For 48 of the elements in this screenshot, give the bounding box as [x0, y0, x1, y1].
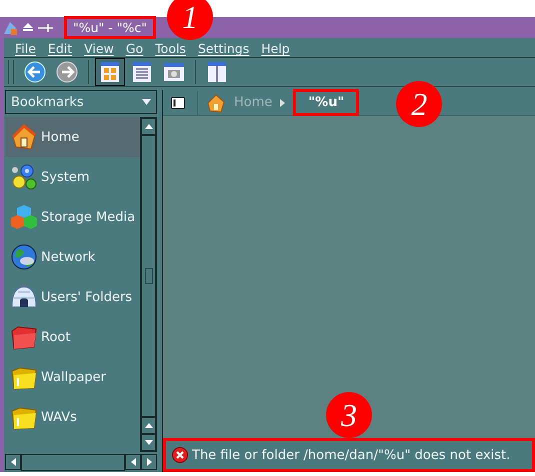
bookmark-item[interactable]: Wallpaper	[5, 357, 140, 397]
status-message: The file or folder /home/dan/"%u" does not exist.	[192, 448, 510, 462]
scrollbar-grip[interactable]	[144, 268, 152, 284]
house-icon	[206, 92, 226, 112]
bookmarks-dropdown[interactable]: Bookmarks	[5, 90, 157, 114]
list-icon	[131, 61, 153, 83]
bookmark-item[interactable]: Root	[5, 317, 140, 357]
grid-icon	[99, 61, 121, 83]
breadcrumb-item[interactable]: "%u"	[308, 95, 344, 110]
caret-icon	[142, 99, 151, 105]
menu-item[interactable]: View	[78, 43, 120, 56]
shade-icon	[22, 22, 34, 32]
menu-item[interactable]: Settings	[192, 43, 256, 56]
arrow-icon	[130, 458, 136, 466]
bookmark-item[interactable]: Network	[5, 237, 140, 277]
panel-icon	[171, 96, 185, 108]
house-icon	[10, 123, 38, 151]
split-view-icon	[206, 61, 228, 83]
globe-icon	[10, 243, 38, 271]
dropdown-label: Bookmarks	[11, 94, 84, 110]
app-icon	[2, 20, 18, 36]
bookmark-item[interactable]: Storage Media	[5, 197, 140, 237]
menu-item[interactable]: Tools	[149, 43, 192, 56]
back-icon	[24, 61, 46, 83]
menu-item[interactable]: Go	[120, 43, 150, 56]
bookmark-item[interactable]: WAVs	[5, 397, 140, 437]
horizontal-scrollbar[interactable]	[5, 454, 157, 471]
menu-item[interactable]: File	[9, 43, 42, 56]
arrow-icon	[144, 440, 152, 445]
bookmark-item[interactable]: System	[5, 157, 140, 197]
forward-icon	[56, 61, 78, 83]
arrow-icon	[144, 423, 152, 428]
arrow-icon	[280, 98, 286, 106]
pin-icon	[38, 22, 54, 32]
arrow-icon	[10, 458, 16, 466]
bookmark-item[interactable]: Users' Folders	[5, 277, 140, 317]
arrow-icon	[146, 458, 152, 466]
camera-icon	[163, 61, 185, 83]
breadcrumb-item[interactable]: Home	[234, 95, 272, 110]
gears-icon	[10, 163, 38, 191]
arrow-icon	[144, 124, 152, 129]
scrollbar[interactable]	[140, 117, 157, 452]
cubes-icon	[10, 203, 38, 231]
window-title: "%u" - "%c"	[73, 20, 148, 35]
menu-item[interactable]: Edit	[42, 43, 78, 56]
bookmark-item[interactable]: Home	[5, 117, 140, 157]
icon-view-button[interactable]	[95, 58, 125, 86]
menu-item[interactable]: Help	[255, 43, 296, 56]
